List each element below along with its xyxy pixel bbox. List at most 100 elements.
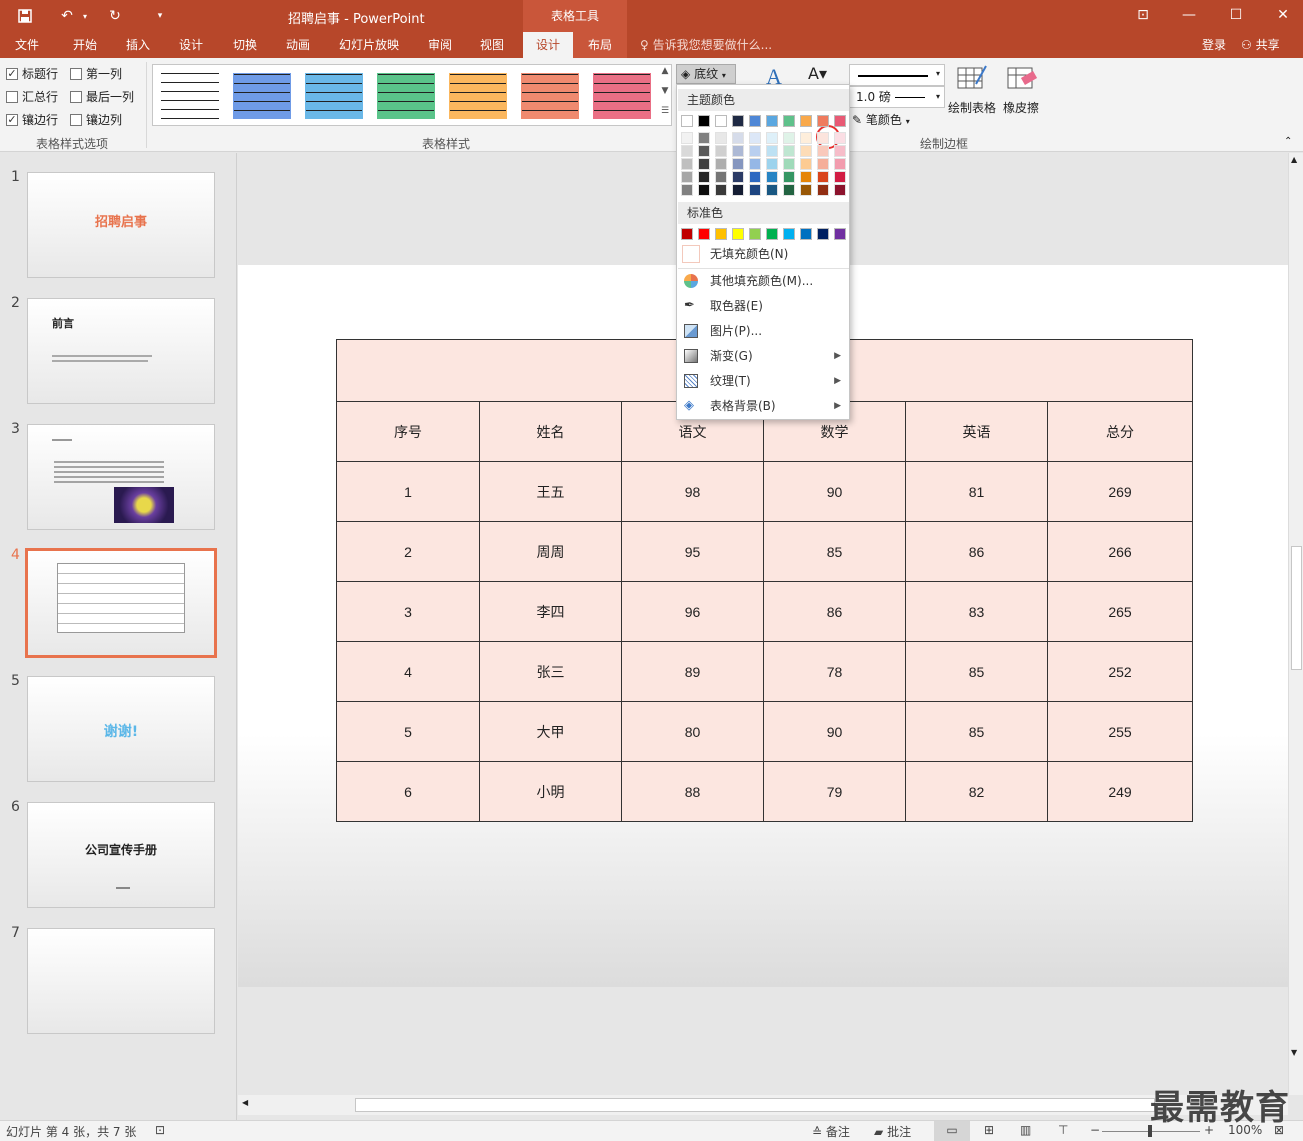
scroll-thumb[interactable] <box>355 1098 1155 1112</box>
standard-color-swatch[interactable] <box>698 228 710 240</box>
color-swatch[interactable] <box>800 115 812 127</box>
table-cell[interactable]: 85 <box>905 641 1048 702</box>
table-cell[interactable]: 90 <box>763 461 906 522</box>
slide-thumbnail-3[interactable] <box>27 424 215 530</box>
tab-slideshow[interactable]: 幻灯片放映 <box>333 32 405 58</box>
slide-sorter-icon[interactable]: ⊞ <box>984 1123 994 1137</box>
tab-transitions[interactable]: 切换 <box>224 32 266 58</box>
slide-thumbnail-5[interactable]: 谢谢! <box>27 676 215 782</box>
color-swatch[interactable] <box>817 171 829 183</box>
banded-columns-option[interactable]: 镶边列 <box>70 111 122 128</box>
pen-weight-dropdown[interactable]: 1.0 磅 ▾ <box>849 86 945 108</box>
customize-qat-icon[interactable]: ▾ <box>150 6 170 26</box>
standard-color-swatch[interactable] <box>732 228 744 240</box>
color-swatch[interactable] <box>834 115 846 127</box>
color-swatch[interactable] <box>749 115 761 127</box>
reading-view-icon[interactable]: ▥ <box>1020 1123 1031 1137</box>
table-cell[interactable]: 张三 <box>479 641 622 702</box>
color-swatch[interactable] <box>715 132 727 144</box>
close-icon[interactable]: ✕ <box>1268 4 1298 26</box>
table-cell[interactable]: 85 <box>905 701 1048 762</box>
color-swatch[interactable] <box>732 145 744 157</box>
color-swatch[interactable] <box>817 115 829 127</box>
color-swatch[interactable] <box>749 132 761 144</box>
color-swatch[interactable] <box>817 132 829 144</box>
standard-color-swatch[interactable] <box>834 228 846 240</box>
table-cell[interactable]: 90 <box>763 701 906 762</box>
header-row-checkbox[interactable]: ✓ <box>6 67 18 80</box>
color-swatch[interactable] <box>681 171 693 183</box>
color-swatch[interactable] <box>681 184 693 196</box>
undo-dropdown-icon[interactable]: ▾ <box>80 6 90 26</box>
standard-color-swatch[interactable] <box>783 228 795 240</box>
standard-color-swatch[interactable] <box>800 228 812 240</box>
table-cell[interactable]: 95 <box>621 521 764 582</box>
table-cell[interactable]: 86 <box>763 581 906 642</box>
slideshow-view-icon[interactable]: ⊤ <box>1058 1123 1068 1137</box>
tab-design[interactable]: 设计 <box>170 32 212 58</box>
table-cell[interactable]: 265 <box>1046 581 1194 642</box>
picture-item[interactable]: 图片(P)... <box>678 319 849 344</box>
table-style-thumbnail[interactable] <box>593 73 651 119</box>
table-cell[interactable]: 89 <box>621 641 764 702</box>
color-swatch[interactable] <box>698 132 710 144</box>
eraser-icon[interactable] <box>1006 64 1040 94</box>
eyedropper-item[interactable]: ✒ 取色器(E) <box>678 294 849 319</box>
color-swatch[interactable] <box>834 184 846 196</box>
scroll-thumb[interactable] <box>1291 546 1302 670</box>
table-cell[interactable]: 姓名 <box>479 401 622 462</box>
color-swatch[interactable] <box>766 115 778 127</box>
slide-thumbnail-1[interactable]: 招聘启事 <box>27 172 215 278</box>
standard-color-swatch[interactable] <box>715 228 727 240</box>
table-cell[interactable]: 79 <box>763 761 906 822</box>
color-swatch[interactable] <box>732 184 744 196</box>
table-row[interactable]: 5 大甲 80 90 85 255 <box>336 701 1194 762</box>
table-cell[interactable]: 4 <box>336 641 480 702</box>
color-swatch[interactable] <box>715 158 727 170</box>
color-swatch[interactable] <box>817 184 829 196</box>
save-icon[interactable] <box>14 6 36 26</box>
table-row[interactable]: 3 李四 96 86 83 265 <box>336 581 1194 642</box>
table-cell[interactable]: 96 <box>621 581 764 642</box>
slide-thumbnail-4[interactable] <box>25 548 217 658</box>
color-swatch[interactable] <box>715 184 727 196</box>
table-cell[interactable]: 大甲 <box>479 701 622 762</box>
gallery-more-icon[interactable]: ☰ <box>658 106 672 124</box>
tab-insert[interactable]: 插入 <box>117 32 159 58</box>
table-cell[interactable]: 3 <box>336 581 480 642</box>
table-cell[interactable]: 252 <box>1046 641 1194 702</box>
ribbon-display-icon[interactable]: ⊡ <box>1128 4 1158 26</box>
table-cell[interactable]: 80 <box>621 701 764 762</box>
color-swatch[interactable] <box>681 158 693 170</box>
table-cell[interactable]: 6 <box>336 761 480 822</box>
table-cell[interactable]: 2 <box>336 521 480 582</box>
banded-rows-checkbox[interactable]: ✓ <box>6 113 18 126</box>
last-column-option[interactable]: 最后一列 <box>70 88 134 105</box>
tab-view[interactable]: 视图 <box>471 32 513 58</box>
color-swatch[interactable] <box>681 115 693 127</box>
table-cell[interactable]: 266 <box>1046 521 1194 582</box>
header-row-option[interactable]: ✓ 标题行 <box>6 65 58 82</box>
last-column-checkbox[interactable] <box>70 90 82 103</box>
tab-layout[interactable]: 布局 <box>579 32 621 58</box>
table-row[interactable]: 4 张三 89 78 85 252 <box>336 641 1194 702</box>
color-swatch[interactable] <box>783 145 795 157</box>
table-cell[interactable]: 98 <box>621 461 764 522</box>
color-swatch[interactable] <box>698 158 710 170</box>
tell-me-box[interactable]: ♀ 告诉我您想要做什么... <box>640 32 772 58</box>
table-cell[interactable]: 总分 <box>1046 401 1194 462</box>
eraser-label[interactable]: 橡皮擦 <box>1003 99 1039 116</box>
minimize-icon[interactable]: — <box>1174 4 1204 26</box>
spelling-icon[interactable]: ⊡ <box>155 1123 165 1137</box>
standard-color-swatch[interactable] <box>749 228 761 240</box>
color-swatch[interactable] <box>732 132 744 144</box>
color-swatch[interactable] <box>698 115 710 127</box>
color-swatch[interactable] <box>783 132 795 144</box>
standard-color-swatch[interactable] <box>817 228 829 240</box>
table-row[interactable]: 1 王五 98 90 81 269 <box>336 461 1194 522</box>
table-cell[interactable]: 5 <box>336 701 480 762</box>
table-cell[interactable]: 英语 <box>905 401 1048 462</box>
color-swatch[interactable] <box>834 171 846 183</box>
no-fill-item[interactable]: 无填充颜色(N) <box>678 242 849 267</box>
color-swatch[interactable] <box>800 184 812 196</box>
